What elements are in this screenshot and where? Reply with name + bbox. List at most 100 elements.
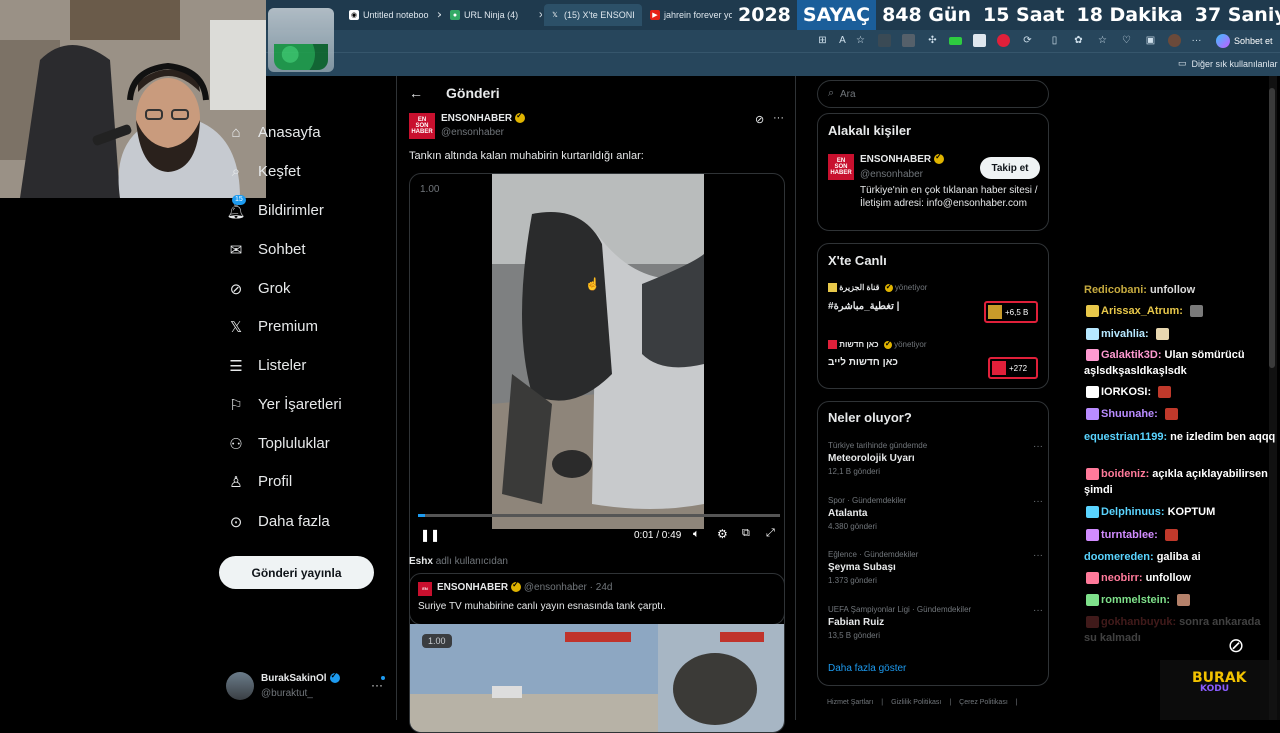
browser-tab[interactable]: ● URL Ninja (4) ✕ — [444, 4, 542, 26]
follow-button[interactable]: Takip et — [980, 157, 1040, 179]
chat-username[interactable]: boideniz: — [1101, 468, 1149, 480]
trend-item[interactable]: Spor · Gündemdekiler Atalanta 4.380 gönd… — [828, 496, 1043, 531]
countdown-seconds: 37 Saniye — [1188, 0, 1280, 30]
relevant-name[interactable]: ENSONHABER — [860, 154, 931, 165]
chat-username[interactable]: Shuunahe: — [1101, 408, 1158, 420]
sidebar-item-notifications[interactable]: 🔔︎ 15 Bildirimler — [226, 194, 324, 220]
search-input[interactable]: Ara — [840, 89, 856, 100]
extension-icon[interactable] — [902, 34, 915, 47]
other-favorites[interactable]: ▭ Diğer sık kullanılanlar — [1178, 58, 1278, 69]
chat-emote-icon — [1164, 529, 1178, 542]
collections-icon[interactable]: ▣ — [1144, 34, 1157, 47]
extension-icon[interactable] — [949, 37, 962, 45]
post-button[interactable]: Gönderi yayınla — [219, 556, 374, 589]
grok-icon[interactable]: ⊘ — [1220, 632, 1252, 660]
search-box[interactable]: ⌕ Ara — [817, 80, 1049, 108]
sidebar-item-communities[interactable]: ⚇ Topluluklar — [228, 435, 329, 453]
heart-icon[interactable]: ♡ — [1120, 34, 1133, 47]
more-icon[interactable]: ··· — [1033, 605, 1043, 616]
split-screen-icon[interactable]: ▯ — [1048, 34, 1061, 47]
chat-username[interactable]: mivahlia: — [1101, 328, 1149, 340]
quoted-post[interactable]: EN ENSONHABER @ensonhaber · 24d Suriye T… — [409, 573, 785, 733]
sidebar-item-home[interactable]: ⌂ Anasayfa — [228, 124, 320, 141]
avatar[interactable]: EN SON HABER — [828, 154, 854, 180]
extension-icon[interactable] — [878, 34, 891, 47]
sidebar-item-premium[interactable]: 𝕏 Premium — [228, 318, 318, 336]
grid-icon[interactable]: ⊞ — [816, 34, 829, 47]
video-speed: 1.00 — [420, 184, 440, 195]
chat-username[interactable]: Galaktik3D: — [1101, 349, 1162, 361]
refresh-icon[interactable]: ⟳ — [1021, 34, 1034, 47]
more-icon[interactable]: ··· — [1033, 441, 1043, 452]
chat-badge-icon — [1086, 408, 1099, 421]
avatar[interactable]: EN SON HABER — [409, 113, 435, 139]
trend-item[interactable]: Türkiye tarihinde gündemde Meteorolojik … — [828, 441, 1043, 476]
footer-link[interactable]: Hizmet Şartları — [827, 699, 873, 706]
extension-icon[interactable] — [997, 34, 1010, 47]
star-icon[interactable]: ☆ — [854, 34, 867, 47]
live-listeners[interactable]: +6,5 B — [984, 301, 1038, 323]
more-icon[interactable]: ··· — [1190, 34, 1203, 47]
repost-user[interactable]: Eshx — [409, 556, 433, 567]
card-title: X'te Canlı — [828, 253, 887, 268]
extensions-puzzle-icon[interactable]: ✿ — [1072, 34, 1085, 47]
sidebar-item-profile[interactable]: ♙ Profil — [228, 473, 292, 491]
post-handle[interactable]: @ensonhaber — [441, 127, 504, 138]
grok-icon[interactable]: ⊘ — [755, 113, 764, 126]
close-icon[interactable]: ✕ — [437, 10, 441, 21]
footer-link[interactable]: Çerez Politikası — [959, 699, 1008, 706]
chat-username[interactable]: equestrian1199: — [1084, 431, 1167, 443]
back-arrow-icon[interactable]: ← — [409, 85, 423, 101]
more-icon[interactable]: ··· — [1033, 550, 1043, 561]
chat-username[interactable]: Redicobani: — [1084, 284, 1147, 296]
picture-in-picture-icon[interactable]: ⧉ — [742, 527, 750, 540]
mouse-cursor: ☝ — [585, 277, 600, 291]
trend-item[interactable]: Eğlence · Gündemdekiler Şeyma Subaşı 1.3… — [828, 550, 1043, 585]
settings-gear-icon[interactable]: ⚙ — [717, 527, 728, 541]
live-listeners[interactable]: +272 — [988, 357, 1038, 379]
pause-icon[interactable]: ❚❚ — [420, 528, 440, 542]
bookmarks-bar: ▭ Diğer sık kullanılanlar — [266, 52, 1280, 76]
more-icon[interactable]: ··· — [773, 112, 784, 124]
browser-tab[interactable]: ◉ Untitled noteboo ✕ — [343, 4, 441, 26]
account-switcher[interactable]: BurakSakinOl @buraktut_ ··· — [226, 671, 386, 702]
sidebar-item-bookmarks[interactable]: ⚐ Yer İşaretleri — [228, 396, 341, 414]
close-icon[interactable]: ✕ — [538, 10, 542, 21]
video-progress-track[interactable] — [418, 514, 780, 517]
extension-icon[interactable]: ✣ — [926, 34, 939, 47]
chat-username[interactable]: Delphinuus: — [1101, 506, 1165, 518]
avatar-icon[interactable] — [1168, 34, 1181, 47]
copilot-chat-button[interactable]: Sohbet et — [1216, 33, 1273, 49]
extension-icon[interactable] — [973, 34, 986, 47]
sidebar-item-lists[interactable]: ☰ Listeler — [228, 357, 306, 375]
communities-icon: ⚇ — [229, 435, 243, 453]
more-icon[interactable]: ··· — [1033, 496, 1043, 507]
volume-muted-icon[interactable]: 🔈︎ — [693, 528, 700, 541]
chat-username[interactable]: turntablee: — [1101, 529, 1158, 541]
favorites-icon[interactable]: ☆ — [1096, 34, 1109, 47]
chat-badge-icon — [1086, 572, 1099, 585]
live-title[interactable]: כאן חדשות לייב — [828, 357, 898, 368]
show-more-link[interactable]: Daha fazla göster — [828, 663, 906, 674]
sidebar-item-more[interactable]: ⊙ Daha fazla — [228, 513, 330, 531]
browser-tab[interactable]: ▶ jahrein forever yo — [644, 4, 736, 26]
fullscreen-icon[interactable]: ⤢ — [766, 527, 775, 540]
chat-username[interactable]: IORKOSI: — [1101, 386, 1151, 398]
quoted-text: Suriye TV muhabirine canlı yayın esnasın… — [418, 601, 666, 612]
sidebar-item-messages[interactable]: ✉ Sohbet — [228, 241, 306, 259]
sidebar-item-explore[interactable]: ⌕ Keşfet — [228, 163, 301, 180]
chat-username[interactable]: neobirr: — [1101, 572, 1143, 584]
more-icon[interactable]: ··· — [371, 678, 383, 692]
sidebar-item-grok[interactable]: ⊘ Grok — [228, 280, 291, 298]
post-author[interactable]: ENSONHABER — [441, 113, 512, 124]
browser-tab-active[interactable]: 𝕏 (15) X'te ENSONI✕ — [544, 4, 642, 26]
chat-username[interactable]: rommelstein: — [1101, 594, 1170, 606]
live-title[interactable]: #تغطية_مباشرة | — [828, 301, 899, 312]
read-aloud-icon[interactable]: A — [836, 34, 849, 47]
chat-username[interactable]: gokhanbuyuk: — [1101, 616, 1176, 628]
footer-link[interactable]: Gizlilik Politikası — [891, 699, 941, 706]
trend-item[interactable]: UEFA Şampiyonlar Ligi · Gündemdekiler Fa… — [828, 605, 1043, 640]
chat-username[interactable]: Arissax_Atrum: — [1101, 305, 1183, 317]
video-speed: 1.00 — [422, 634, 452, 648]
chat-username[interactable]: doomereden: — [1084, 551, 1154, 563]
